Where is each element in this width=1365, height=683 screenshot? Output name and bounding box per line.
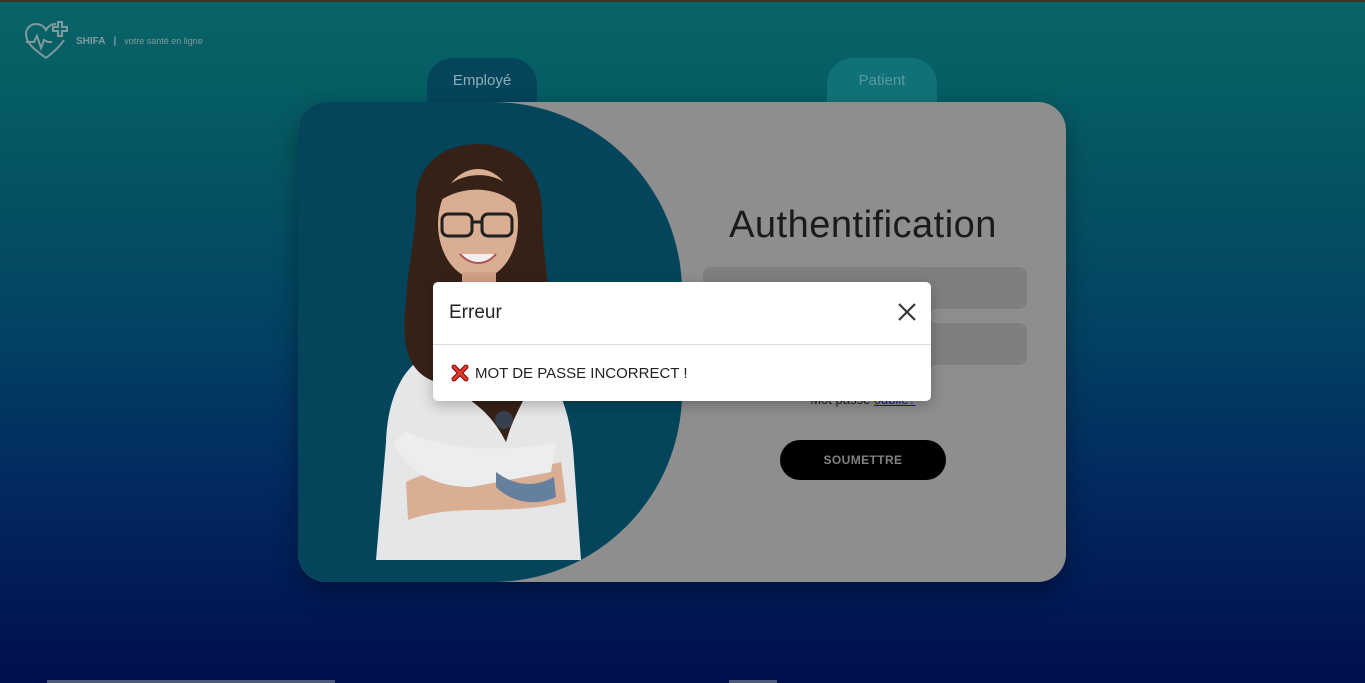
error-dialog: Erreur MOT DE PASSE INCORRECT ! xyxy=(433,282,931,401)
dialog-title: Erreur xyxy=(449,302,502,323)
dialog-header: Erreur xyxy=(433,282,931,345)
close-icon[interactable] xyxy=(897,302,917,322)
dialog-body: MOT DE PASSE INCORRECT ! xyxy=(451,364,688,382)
red-x-icon xyxy=(451,364,469,382)
error-message: MOT DE PASSE INCORRECT ! xyxy=(475,364,688,382)
